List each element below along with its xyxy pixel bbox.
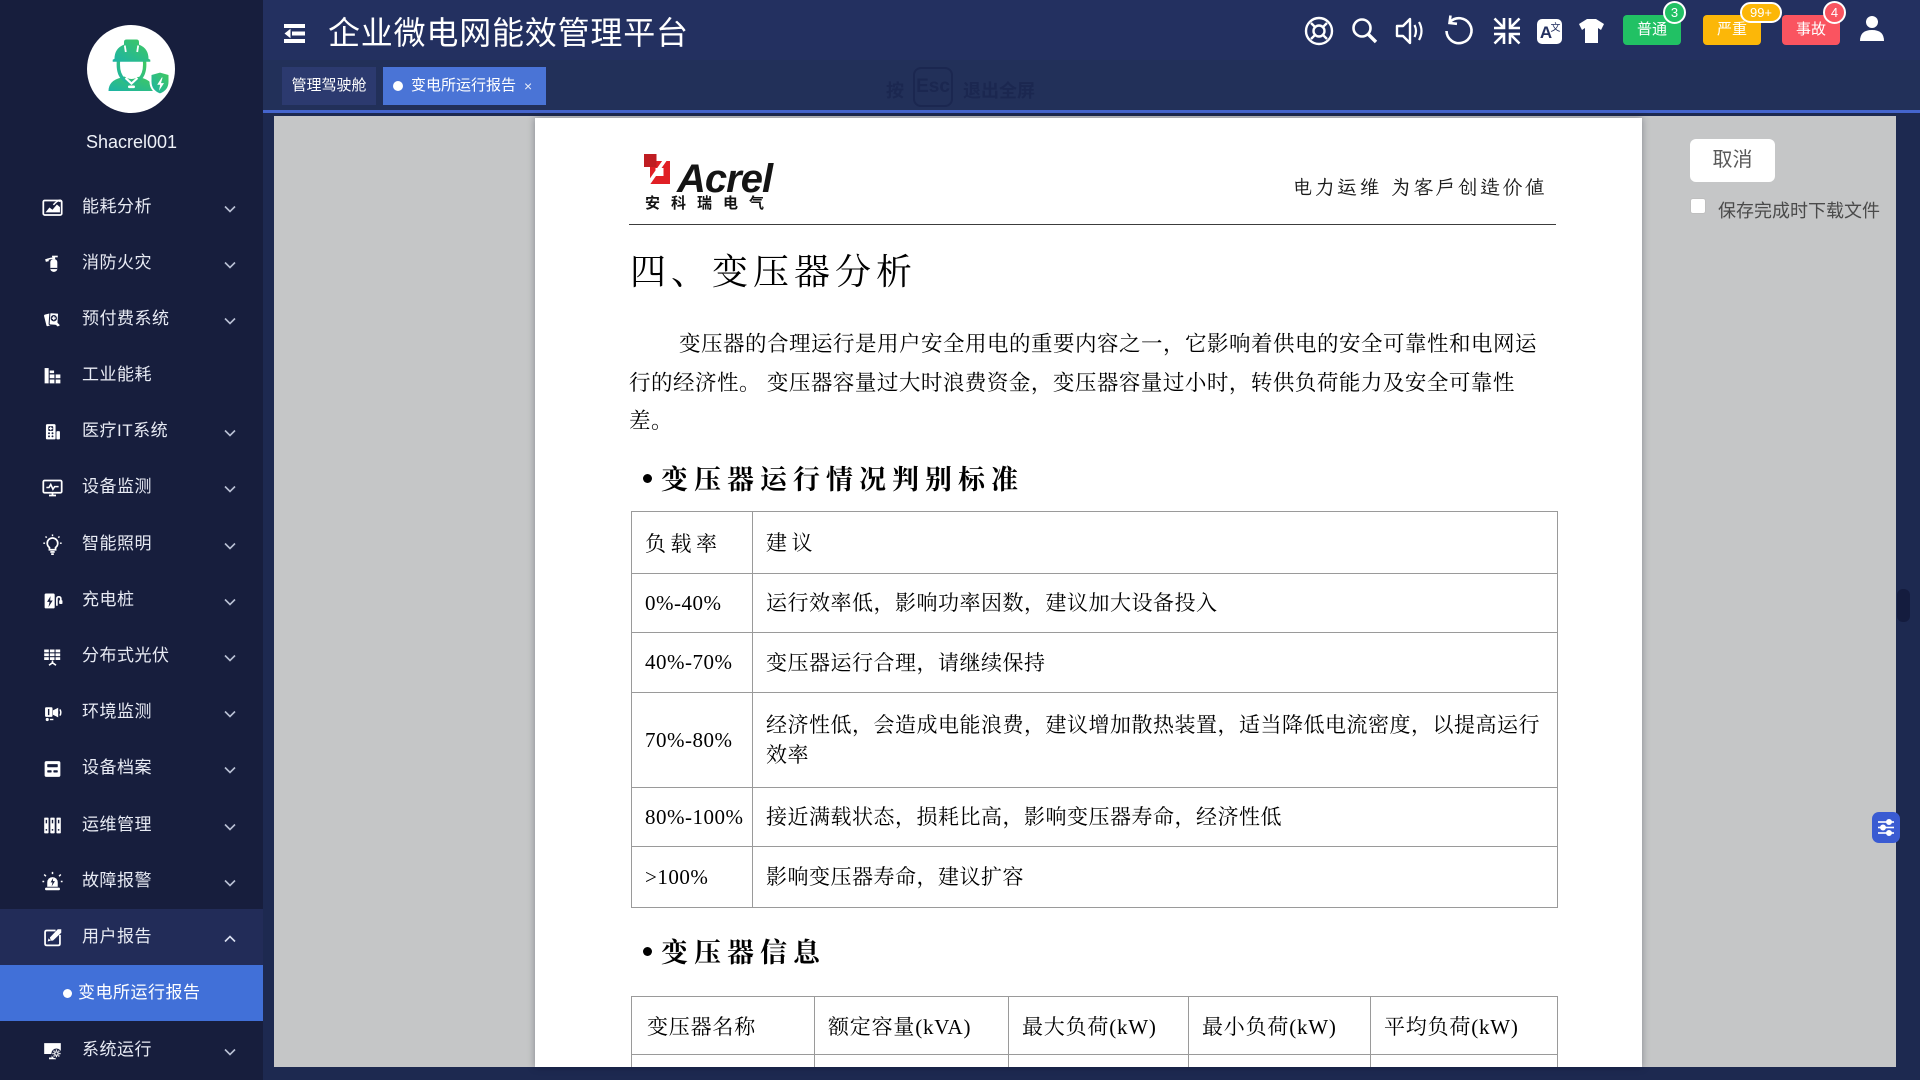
svg-text:文: 文 — [1551, 21, 1561, 34]
